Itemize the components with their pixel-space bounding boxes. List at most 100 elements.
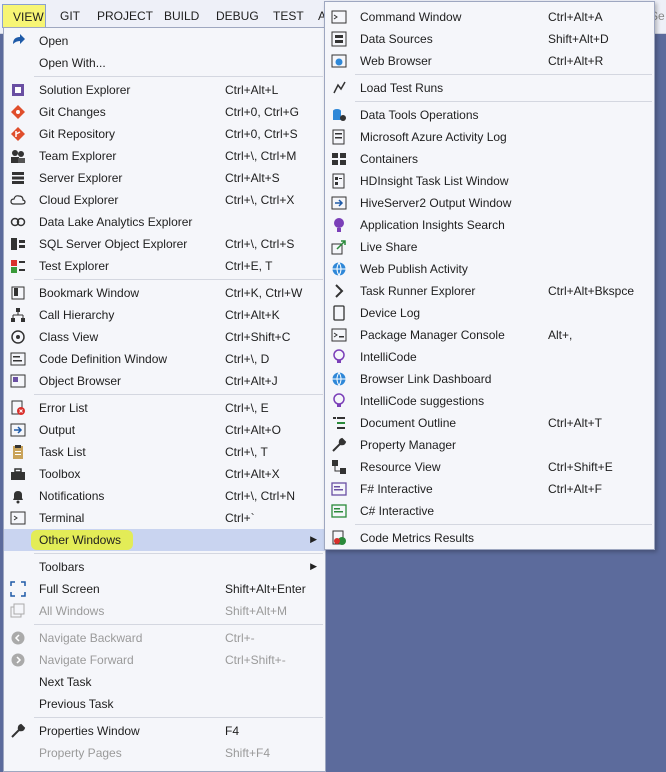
- menu-item-shortcut: Ctrl+-: [225, 631, 255, 645]
- menu-item-label: Containers: [360, 152, 419, 166]
- team-explorer-icon: [10, 148, 26, 164]
- menu-item-data-tools-operations[interactable]: Data Tools Operations: [325, 104, 654, 126]
- menu-item-toolbox[interactable]: Toolbox Ctrl+Alt+X: [4, 463, 325, 485]
- menu-item-label: Solution Explorer: [39, 83, 131, 97]
- terminal-icon: [10, 510, 26, 526]
- menu-item-git-changes[interactable]: Git Changes Ctrl+0, Ctrl+G: [4, 101, 325, 123]
- data-tools-icon: [331, 107, 347, 123]
- separator: [355, 101, 652, 102]
- menu-item-task-runner-explorer[interactable]: Task Runner Explorer Ctrl+Alt+Bkspce: [325, 280, 654, 302]
- menu-item-label: Code Definition Window: [39, 352, 168, 366]
- menu-item-shortcut: Ctrl+`: [225, 511, 255, 525]
- menu-item-call-hierarchy[interactable]: Call Hierarchy Ctrl+Alt+K: [4, 304, 325, 326]
- menu-item-terminal[interactable]: Terminal Ctrl+`: [4, 507, 325, 529]
- menu-item-notifications[interactable]: Notifications Ctrl+\, Ctrl+N: [4, 485, 325, 507]
- load-test-icon: [331, 80, 347, 96]
- menu-item-task-list[interactable]: Task List Ctrl+\, T: [4, 441, 325, 463]
- menu-item-intellicode[interactable]: IntelliCode: [325, 346, 654, 368]
- menu-item-label: Load Test Runs: [360, 81, 444, 95]
- menu-item-resource-view[interactable]: Resource View Ctrl+Shift+E: [325, 456, 654, 478]
- package-manager-icon: [331, 327, 347, 343]
- menu-item-toolbars[interactable]: Toolbars ▶: [4, 556, 325, 578]
- menu-item-label: Open: [39, 34, 69, 48]
- menu-item-test-explorer[interactable]: Test Explorer Ctrl+E, T: [4, 255, 325, 277]
- menu-item-shortcut: Shift+Alt+M: [225, 604, 288, 618]
- cloud-icon: [10, 192, 26, 208]
- open-icon: [10, 33, 26, 49]
- menu-item-previous-task[interactable]: Previous Task: [4, 693, 325, 715]
- menu-item-all-windows[interactable]: All Windows Shift+Alt+M: [4, 600, 325, 622]
- menu-build[interactable]: BUILD: [164, 9, 199, 23]
- menu-item-sql-server-object-explorer[interactable]: SQL Server Object Explorer Ctrl+\, Ctrl+…: [4, 233, 325, 255]
- menu-item-hdinsight-task-list-window[interactable]: HDInsight Task List Window: [325, 170, 654, 192]
- intellicode-suggestions-icon: [331, 393, 347, 409]
- menu-item-label: Document Outline: [360, 416, 457, 430]
- menu-item-device-log[interactable]: Device Log: [325, 302, 654, 324]
- menu-item-shortcut: Ctrl+Alt+T: [548, 416, 603, 430]
- menu-item-code-metrics-results[interactable]: Code Metrics Results: [325, 527, 654, 549]
- menu-item-web-publish-activity[interactable]: Web Publish Activity: [325, 258, 654, 280]
- menu-item-class-view[interactable]: Class View Ctrl+Shift+C: [4, 326, 325, 348]
- menu-item-web-browser[interactable]: Web Browser Ctrl+Alt+R: [325, 50, 654, 72]
- menu-item-properties-window[interactable]: Properties Window F4: [4, 720, 325, 742]
- menu-item-open-with[interactable]: Open With...: [4, 52, 325, 74]
- menu-item-code-definition-window[interactable]: Code Definition Window Ctrl+\, D: [4, 348, 325, 370]
- menu-item-navigate-backward[interactable]: Navigate Backward Ctrl+-: [4, 627, 325, 649]
- menu-item-package-manager-console[interactable]: Package Manager Console Alt+,: [325, 324, 654, 346]
- menu-item-live-share[interactable]: Live Share: [325, 236, 654, 258]
- class-view-icon: [10, 329, 26, 345]
- menu-item-open[interactable]: Open: [4, 30, 325, 52]
- menu-item-hiveserver2-output-window[interactable]: HiveServer2 Output Window: [325, 192, 654, 214]
- menu-item-output[interactable]: Output Ctrl+Alt+O: [4, 419, 325, 441]
- separator: [34, 553, 323, 554]
- menu-item-shortcut: Ctrl+0, Ctrl+G: [225, 105, 300, 119]
- menu-item-label: Properties Window: [39, 724, 140, 738]
- separator: [34, 717, 323, 718]
- toolbox-icon: [10, 466, 26, 482]
- menu-item-property-manager[interactable]: Property Manager: [325, 434, 654, 456]
- code-definition-icon: [10, 351, 26, 367]
- menu-item-csharp-interactive[interactable]: C# Interactive: [325, 500, 654, 522]
- menu-item-data-lake-analytics-explorer[interactable]: Data Lake Analytics Explorer: [4, 211, 325, 233]
- menu-item-shortcut: Ctrl+Shift+E: [548, 460, 613, 474]
- menu-item-document-outline[interactable]: Document Outline Ctrl+Alt+T: [325, 412, 654, 434]
- menu-item-browser-link-dashboard[interactable]: Browser Link Dashboard: [325, 368, 654, 390]
- menu-item-intellicode-suggestions[interactable]: IntelliCode suggestions: [325, 390, 654, 412]
- menu-git[interactable]: GIT: [60, 9, 80, 23]
- menu-item-label: Application Insights Search: [360, 218, 505, 232]
- menu-item-cloud-explorer[interactable]: Cloud Explorer Ctrl+\, Ctrl+X: [4, 189, 325, 211]
- task-list-icon: [10, 444, 26, 460]
- menu-item-application-insights-search[interactable]: Application Insights Search: [325, 214, 654, 236]
- menu-item-azure-activity-log[interactable]: Microsoft Azure Activity Log: [325, 126, 654, 148]
- menu-item-other-windows[interactable]: Other Windows ▶: [4, 529, 325, 551]
- menu-item-shortcut: Shift+F4: [225, 746, 271, 760]
- menu-item-navigate-forward[interactable]: Navigate Forward Ctrl+Shift+-: [4, 649, 325, 671]
- menu-item-command-window[interactable]: Command Window Ctrl+Alt+A: [325, 6, 654, 28]
- menu-item-bookmark-window[interactable]: Bookmark Window Ctrl+K, Ctrl+W: [4, 282, 325, 304]
- menu-item-server-explorer[interactable]: Server Explorer Ctrl+Alt+S: [4, 167, 325, 189]
- menu-item-label: Git Repository: [39, 127, 116, 141]
- output-icon: [10, 422, 26, 438]
- code-metrics-icon: [331, 530, 347, 546]
- menu-item-team-explorer[interactable]: Team Explorer Ctrl+\, Ctrl+M: [4, 145, 325, 167]
- menu-item-data-sources[interactable]: Data Sources Shift+Alt+D: [325, 28, 654, 50]
- separator: [355, 74, 652, 75]
- menu-item-next-task[interactable]: Next Task: [4, 671, 325, 693]
- menu-item-shortcut: Ctrl+Alt+F: [548, 482, 603, 496]
- menu-item-git-repository[interactable]: Git Repository Ctrl+0, Ctrl+S: [4, 123, 325, 145]
- separator: [355, 524, 652, 525]
- menu-item-containers[interactable]: Containers: [325, 148, 654, 170]
- menu-item-load-test-runs[interactable]: Load Test Runs: [325, 77, 654, 99]
- menu-item-label: Data Tools Operations: [360, 108, 479, 122]
- menu-item-fsharp-interactive[interactable]: F# Interactive Ctrl+Alt+F: [325, 478, 654, 500]
- menu-item-solution-explorer[interactable]: Solution Explorer Ctrl+Alt+L: [4, 79, 325, 101]
- menu-item-property-pages[interactable]: Property Pages Shift+F4: [4, 742, 325, 764]
- menu-debug[interactable]: DEBUG: [216, 9, 259, 23]
- menu-test[interactable]: TEST: [273, 9, 304, 23]
- menu-view[interactable]: VIEW: [2, 4, 46, 28]
- menu-project[interactable]: PROJECT: [97, 9, 153, 23]
- menu-item-full-screen[interactable]: Full Screen Shift+Alt+Enter: [4, 578, 325, 600]
- menu-item-label: Web Browser: [360, 54, 432, 68]
- menu-item-error-list[interactable]: Error List Ctrl+\, E: [4, 397, 325, 419]
- menu-item-object-browser[interactable]: Object Browser Ctrl+Alt+J: [4, 370, 325, 392]
